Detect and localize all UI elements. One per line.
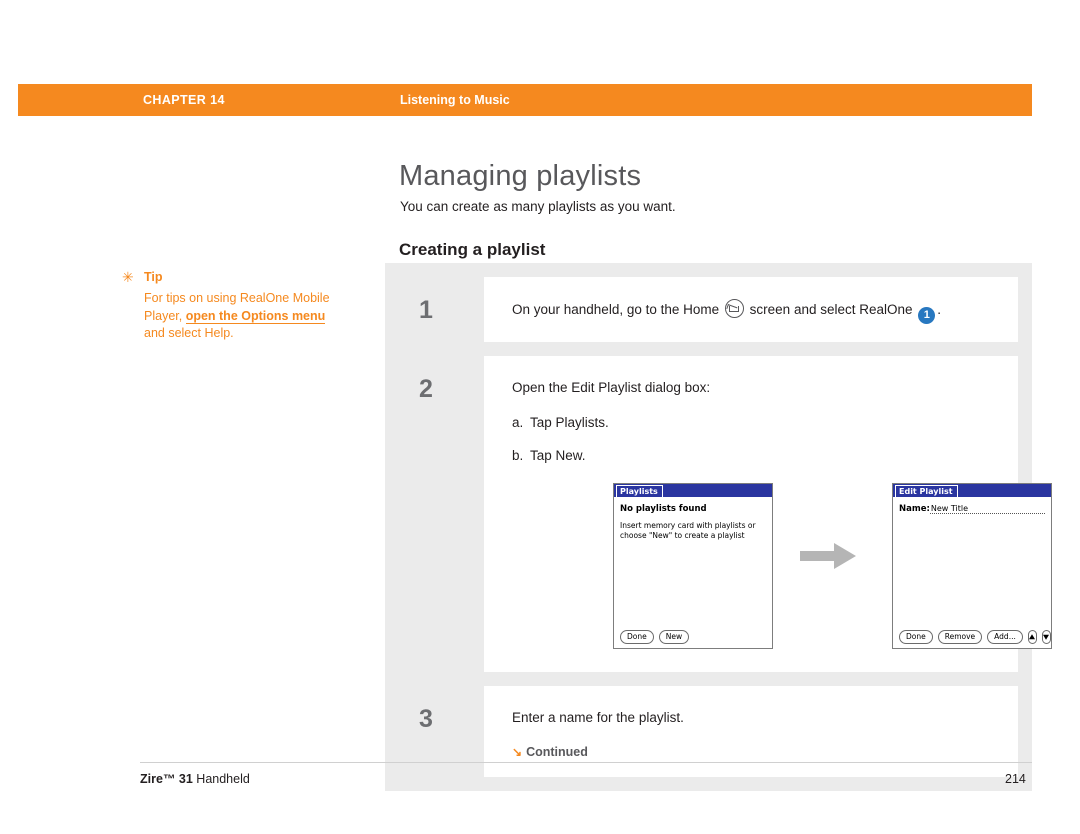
step-divider-2 <box>385 672 1032 686</box>
step-number-2: 2 <box>399 356 484 672</box>
substep-b-text: Tap New. <box>530 448 586 463</box>
footer-page-number: 214 <box>1005 772 1026 786</box>
substep-a-text: Tap Playlists. <box>530 415 609 430</box>
step-2-text: Open the Edit Playlist dialog box: <box>512 380 711 395</box>
page-subtitle: You can create as many playlists as you … <box>400 199 676 214</box>
tip-label: Tip <box>144 270 163 284</box>
edit-playlist-body: Name: New Title <box>893 497 1051 625</box>
home-icon <box>724 299 744 318</box>
step-number-1: 1 <box>399 277 484 342</box>
substep-a-label: a. <box>512 415 524 430</box>
tip-options-menu: Options menu <box>241 308 326 324</box>
footer-divider <box>140 762 1032 763</box>
playlists-new-button[interactable]: New <box>658 630 690 644</box>
edit-playlist-titlebar: Edit Playlist <box>893 484 1051 497</box>
step-row-3: 3 Enter a name for the playlist. ↘ Contin… <box>399 686 1018 777</box>
continued-marker: ↘ Continued <box>512 745 1000 759</box>
chapter-title: Listening to Music <box>400 93 510 107</box>
step-number-3: 3 <box>399 686 484 777</box>
steps-panel: 1 On your handheld, go to the Home scree… <box>385 263 1052 791</box>
edit-playlist-name-row: Name: New Title <box>899 504 1045 514</box>
playlists-titlebar: Playlists <box>614 484 772 497</box>
step-3-text: Enter a name for the playlist. <box>512 710 684 725</box>
scroll-down-button[interactable] <box>1041 630 1051 644</box>
step-2-substep-b: b. Tap New. <box>512 448 1000 463</box>
step-1-text: On your handheld, go to the Home screen … <box>512 299 1000 324</box>
tip-line-4: Help. <box>204 326 234 340</box>
footer-product-rest: Handheld <box>192 772 250 786</box>
continued-arrow-icon: ↘ <box>512 745 523 759</box>
edit-playlist-buttons: Done Remove Add... <box>893 630 1051 644</box>
edit-playlist-title-tab: Edit Playlist <box>895 485 958 497</box>
tip-line-3b: and select <box>144 326 201 340</box>
playlists-heading: No playlists found <box>620 504 707 514</box>
step-2-substep-a: a. Tap Playlists. <box>512 415 1000 430</box>
section-title: Creating a playlist <box>399 240 546 259</box>
playlists-body: No playlists found Insert memory card wi… <box>614 497 772 625</box>
edit-playlist-add-button[interactable]: Add... <box>987 630 1023 644</box>
tip-star-icon: ✳ <box>122 269 134 285</box>
chapter-label: CHAPTER 14 <box>143 93 225 107</box>
playlists-done-button[interactable]: Done <box>620 630 654 644</box>
step-body-1: On your handheld, go to the Home screen … <box>484 277 1018 342</box>
step-1-text-middle: screen and select RealOne <box>749 302 913 317</box>
edit-playlist-done-button[interactable]: Done <box>899 630 933 644</box>
playlists-title-tab: Playlists <box>616 485 663 497</box>
playlists-message: Insert memory card with playlists or cho… <box>620 521 756 540</box>
edit-playlist-screen: Edit Playlist Name: New Title Done Remov… <box>892 483 1052 649</box>
footer-product: Zire™ 31 Handheld <box>140 772 250 786</box>
step-body-2: Open the Edit Playlist dialog box: a. Tap… <box>484 356 1052 672</box>
footer-product-bold: Zire™ 31 <box>140 772 193 786</box>
step-1-text-after: . <box>937 302 942 317</box>
tip-body: For tips on using RealOne Mobile Player,… <box>144 290 344 343</box>
edit-playlist-remove-button[interactable]: Remove <box>937 630 983 644</box>
flow-arrow-icon <box>800 543 856 569</box>
step-row-2: 2 Open the Edit Playlist dialog box: a. T… <box>399 356 1052 672</box>
device-screens: Playlists No playlists found Insert memo… <box>512 479 1052 654</box>
step-divider-1 <box>385 342 1032 356</box>
page-title: Managing playlists <box>399 160 642 192</box>
edit-playlist-name-value[interactable]: New Title <box>929 504 1045 514</box>
step-1-text-before: On your handheld, go to the Home <box>512 302 720 317</box>
substep-b-label: b. <box>512 448 524 463</box>
step-row-1: 1 On your handheld, go to the Home scree… <box>399 277 1018 342</box>
tip-open-the: open the <box>185 308 242 324</box>
continued-label: Continued <box>526 745 588 759</box>
chapter-header-bar: CHAPTER 14 Listening to Music <box>18 84 1032 116</box>
scroll-up-button[interactable] <box>1027 630 1037 644</box>
tip-line-1: For tips on using RealOne <box>144 291 290 305</box>
realone-badge-icon: 1 <box>918 307 936 324</box>
edit-playlist-name-label: Name: <box>899 504 930 514</box>
playlists-buttons: Done New <box>614 630 772 644</box>
step-body-3: Enter a name for the playlist. ↘ Continue… <box>484 686 1018 777</box>
playlists-screen: Playlists No playlists found Insert memo… <box>613 483 773 649</box>
